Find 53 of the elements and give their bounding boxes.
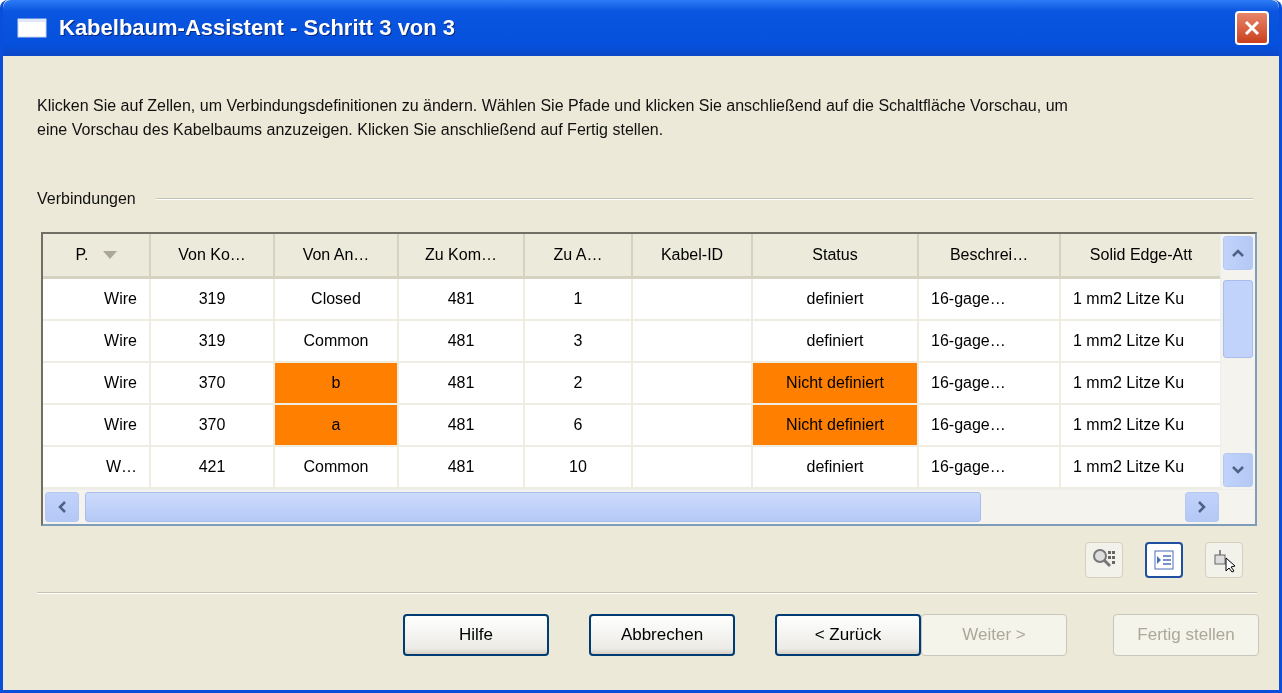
- pick-tool-button[interactable]: [1205, 542, 1243, 578]
- table-cell[interactable]: [633, 279, 753, 321]
- table-cell[interactable]: 319: [151, 279, 275, 321]
- table-cell[interactable]: 16-gage…: [919, 405, 1061, 447]
- table-cell[interactable]: 481: [399, 279, 525, 321]
- window-icon: [17, 18, 47, 38]
- column-header[interactable]: Von Ko…: [151, 234, 275, 276]
- column-header[interactable]: Beschrei…: [919, 234, 1061, 276]
- table-cell[interactable]: 6: [525, 405, 633, 447]
- vertical-scrollbar[interactable]: [1220, 234, 1255, 489]
- column-header[interactable]: Von An…: [275, 234, 399, 276]
- table-cell[interactable]: 481: [399, 363, 525, 405]
- dialog-button[interactable]: < Zurück: [775, 614, 921, 656]
- column-header[interactable]: Zu A…: [525, 234, 633, 276]
- horizontal-scrollbar[interactable]: [43, 489, 1255, 524]
- table-cell[interactable]: Wire: [43, 321, 151, 363]
- table-cell[interactable]: 16-gage…: [919, 363, 1061, 405]
- table-cell[interactable]: a: [275, 405, 399, 447]
- scroll-up-icon[interactable]: [1231, 248, 1246, 258]
- scroll-down-icon[interactable]: [1231, 465, 1246, 475]
- table-cell[interactable]: Wire: [43, 363, 151, 405]
- table-cell[interactable]: definiert: [753, 279, 919, 321]
- column-header[interactable]: Zu Kom…: [399, 234, 525, 276]
- table-cell[interactable]: 481: [399, 405, 525, 447]
- table-cell[interactable]: Wire: [43, 279, 151, 321]
- table-cell[interactable]: b: [275, 363, 399, 405]
- table-cell[interactable]: Closed: [275, 279, 399, 321]
- cursor-icon[interactable]: [1211, 547, 1237, 573]
- column-header[interactable]: Status: [753, 234, 919, 276]
- table-cell[interactable]: 319: [151, 321, 275, 363]
- table-cell[interactable]: 3: [525, 321, 633, 363]
- dialog-button[interactable]: Hilfe: [403, 614, 549, 656]
- table-cell[interactable]: Nicht definiert: [753, 363, 919, 405]
- scroll-left-icon[interactable]: [57, 500, 67, 514]
- table-cell[interactable]: 1: [525, 279, 633, 321]
- dialog-button[interactable]: Abbrechen: [589, 614, 735, 656]
- table-cell[interactable]: [633, 321, 753, 363]
- table-cell[interactable]: Nicht definiert: [753, 405, 919, 447]
- list-tool-button[interactable]: [1145, 542, 1183, 578]
- column-header[interactable]: P.: [43, 234, 151, 276]
- window-title: Kabelbaum-Assistent - Schritt 3 von 3: [59, 15, 457, 41]
- search-tool-button[interactable]: [1085, 542, 1123, 578]
- scroll-right-icon[interactable]: [1197, 500, 1207, 514]
- table-cell[interactable]: Wire: [43, 405, 151, 447]
- table-cell[interactable]: 16-gage…: [919, 279, 1061, 321]
- table-cell[interactable]: 16-gage…: [919, 321, 1061, 363]
- instruction-text: Klicken Sie auf Zellen, um Verbindungsdefinitionen zu ändern. Wählen Sie Pfade und klicken Sie anschließend auf die Schaltfläche Vorschau, um eine Vorschau des Kabelbaums anzuzeigen. Klicken Sie anschließend auf Fertig stellen.: [37, 96, 1069, 140]
- close-icon[interactable]: [1243, 19, 1261, 37]
- column-header[interactable]: Kabel-ID: [633, 234, 753, 276]
- close-button[interactable]: [1235, 11, 1269, 45]
- table-cell[interactable]: 2: [525, 363, 633, 405]
- group-label: Verbindungen: [37, 190, 136, 208]
- table-cell[interactable]: 481: [399, 321, 525, 363]
